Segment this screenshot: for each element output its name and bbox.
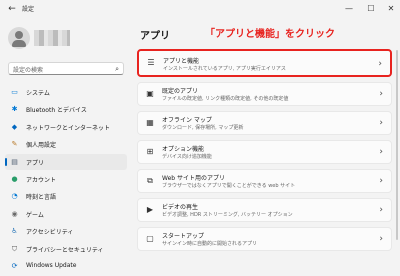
brush-icon: ✎ [11, 140, 18, 149]
optional-features-icon: ⊞ [146, 147, 154, 156]
sidebar-item-personalization[interactable]: ✎ 個人用設定 [5, 136, 127, 152]
card-title: アプリと機能 [163, 58, 200, 65]
apps-icon: ▤ [11, 157, 18, 166]
bluetooth-icon: ✱ [11, 105, 18, 114]
sidebar-item-accessibility[interactable]: ♿ アクセシビリティ [5, 223, 127, 239]
card-subtitle: サインイン時に自動的に開始されるアプリ [162, 241, 258, 247]
card-subtitle: ダウンロード, 保存場所, マップ更新 [162, 125, 244, 131]
sidebar-item-accounts[interactable]: ● アカウント [5, 171, 127, 187]
card-title: スタートアップ [162, 233, 205, 240]
user-name-blurred [34, 30, 70, 46]
chevron-right-icon: › [379, 205, 383, 215]
sidebar-item-label: 個人用設定 [26, 142, 57, 150]
card-subtitle: ブラウザーではなくアプリで開くことができる web サイト [162, 183, 296, 189]
card-title: ビデオの再生 [162, 204, 199, 211]
chevron-right-icon: › [379, 89, 383, 99]
chevron-right-icon: › [379, 234, 383, 244]
user-avatar-icon[interactable] [8, 27, 30, 49]
chevron-right-icon: › [379, 176, 383, 186]
search-icon[interactable]: ⌕ [115, 65, 119, 73]
sidebar-item-bluetooth-devices[interactable]: ✱ Bluetooth とデバイス [5, 101, 127, 117]
sidebar-item-label: アカウント [26, 176, 57, 184]
sidebar-item-gaming[interactable]: ◉ ゲーム [5, 206, 127, 222]
shield-icon: ⛉ [11, 244, 18, 253]
sidebar-item-time-language[interactable]: ◔ 時刻と言語 [5, 188, 127, 204]
card-startup[interactable]: ▢ スタートアップ サインイン時に自動的に開始されるアプリ › [137, 227, 392, 251]
account-icon: ● [11, 174, 18, 183]
default-apps-icon: ▣ [146, 89, 154, 98]
sidebar-item-label: ネットワークとインターネット [26, 124, 111, 132]
card-subtitle: デバイス向け追加機能 [162, 154, 212, 160]
settings-card-list: ☰ アプリと機能 インストールされているアプリ, アプリ実行エイリアス › ▣ 既定のアプ… [137, 49, 392, 256]
sidebar-item-label: プライバシーとセキュリティ [26, 246, 104, 254]
sidebar-item-label: 時刻と言語 [26, 194, 57, 202]
back-arrow-icon[interactable]: ← [6, 3, 18, 15]
sidebar-item-label: ゲーム [26, 211, 44, 219]
chevron-right-icon: › [379, 147, 383, 157]
sidebar-item-label: システム [26, 90, 50, 97]
close-button[interactable]: ✕ [384, 2, 398, 16]
page-title: アプリ [140, 31, 170, 42]
card-offline-maps[interactable]: ▦ オフライン マップ ダウンロード, 保存場所, マップ更新 › [137, 111, 392, 135]
sidebar-item-system[interactable]: ▭ システム [5, 84, 127, 100]
map-icon: ▦ [146, 118, 154, 127]
sidebar-nav: ▭ システム ✱ Bluetooth とデバイス ◆ ネットワークとインターネット ✎ 個人用… [5, 84, 127, 275]
sidebar-item-apps[interactable]: ▤ アプリ [5, 153, 127, 170]
instruction-annotation: 「アプリと機能」をクリック [205, 29, 335, 40]
settings-search-input[interactable]: 設定の検索 ⌕ [8, 62, 124, 75]
sidebar-item-windows-update[interactable]: ⟳ Windows Update [5, 258, 127, 274]
sidebar-item-label: Bluetooth とデバイス [26, 107, 87, 115]
card-subtitle: インストールされているアプリ, アプリ実行エイリアス [163, 66, 286, 72]
wifi-icon: ◆ [11, 122, 18, 131]
video-icon: ▶ [146, 205, 154, 214]
sidebar-item-label: Windows Update [26, 261, 77, 269]
card-apps-for-websites[interactable]: ⧉ Web サイト用のアプリ ブラウザーではなくアプリで開くことができる web サ… [137, 169, 392, 193]
sidebar-item-label: アクセシビリティ [26, 229, 74, 237]
card-optional-features[interactable]: ⊞ オプション機能 デバイス向け追加機能 › [137, 140, 392, 164]
title-bar: ← 設定 — ☐ ✕ [0, 0, 400, 18]
card-subtitle: ビデオ調整, HDR ストリーミング, バッテリー オプション [162, 212, 293, 218]
startup-icon: ▢ [146, 234, 154, 243]
minimize-button[interactable]: — [342, 2, 356, 16]
card-default-apps[interactable]: ▣ 既定のアプリ ファイルの既定値, リンク種類の既定値, その他の既定値 › [137, 82, 392, 106]
settings-window: ← 設定 — ☐ ✕ 設定の検索 ⌕ ▭ システム ✱ Bluetooth とデバイス… [0, 0, 400, 276]
scrollbar[interactable] [396, 50, 398, 240]
monitor-icon: ▭ [11, 88, 18, 96]
card-title: Web サイト用のアプリ [162, 175, 225, 182]
web-app-icon: ⧉ [147, 176, 153, 185]
card-apps-features[interactable]: ☰ アプリと機能 インストールされているアプリ, アプリ実行エイリアス › [137, 49, 392, 77]
card-title: オフライン マップ [162, 117, 212, 124]
sidebar-item-label: アプリ [26, 159, 45, 167]
update-icon: ⟳ [11, 261, 18, 270]
card-subtitle: ファイルの既定値, リンク種類の既定値, その他の既定値 [162, 96, 289, 102]
gamepad-icon: ◉ [11, 209, 18, 218]
search-placeholder: 設定の検索 [13, 67, 44, 74]
card-title: 既定のアプリ [162, 88, 199, 95]
card-video-playback[interactable]: ▶ ビデオの再生 ビデオ調整, HDR ストリーミング, バッテリー オプション › [137, 198, 392, 222]
chevron-right-icon: › [379, 118, 383, 128]
chevron-right-icon: › [378, 59, 382, 69]
card-title: オプション機能 [162, 146, 205, 153]
window-title: 設定 [22, 6, 35, 13]
sidebar-item-network-internet[interactable]: ◆ ネットワークとインターネット [5, 119, 127, 135]
maximize-button[interactable]: ☐ [364, 2, 378, 16]
sidebar-item-privacy-security[interactable]: ⛉ プライバシーとセキュリティ [5, 241, 127, 257]
clock-globe-icon: ◔ [11, 192, 18, 201]
list-icon: ☰ [147, 58, 155, 67]
accessibility-icon: ♿ [11, 227, 18, 236]
